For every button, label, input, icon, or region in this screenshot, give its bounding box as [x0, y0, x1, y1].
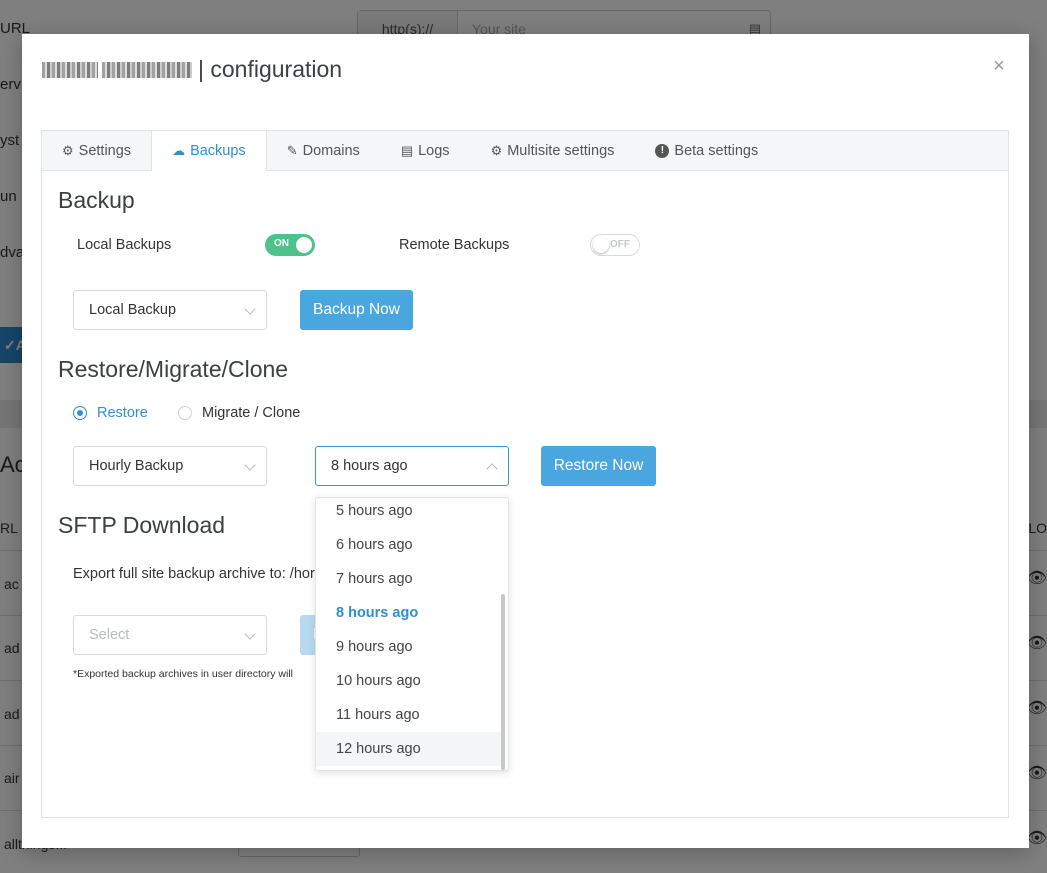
dropdown-option-selected[interactable]: 8 hours ago [316, 596, 502, 630]
tab-logs[interactable]: ▤ Logs [381, 131, 471, 170]
tab-multisite-settings[interactable]: ⚙ Multisite settings [471, 131, 636, 170]
migrate-clone-radio[interactable] [178, 406, 192, 420]
toggle-knob [296, 237, 312, 253]
remote-backups-toggle[interactable]: OFF [590, 234, 640, 256]
chevron-down-icon [244, 628, 256, 640]
dropdown-scrollbar[interactable] [501, 594, 505, 770]
dropdown-option[interactable]: 6 hours ago [316, 528, 502, 562]
modal-title: | configuration [42, 56, 342, 83]
local-backups-toggle[interactable]: ON [265, 234, 315, 256]
tab-label: Settings [78, 142, 132, 159]
dropdown-option[interactable]: 5 hours ago [316, 498, 502, 528]
file-icon: ▤ [400, 142, 414, 158]
toggle-state-label: ON [274, 238, 289, 249]
sftp-section-title: SFTP Download [58, 512, 226, 538]
modal-title-text: | configuration [198, 56, 343, 82]
tab-label: Logs [418, 142, 450, 159]
close-icon[interactable]: × [989, 55, 1009, 77]
exclamation-circle-icon: ! [655, 143, 670, 158]
backup-frequency-select[interactable]: Hourly Backup [73, 446, 267, 486]
tab-label: Backups [190, 143, 246, 159]
restore-now-button[interactable]: Restore Now [541, 446, 656, 486]
backup-section-title: Backup [58, 187, 135, 213]
sftp-destination-select[interactable]: Select [73, 615, 267, 655]
chevron-down-icon [244, 303, 256, 315]
sftp-export-text: Export full site backup archive to: /hor [73, 566, 315, 582]
edit-icon: ✎ [286, 142, 298, 158]
toggle-knob [593, 237, 609, 253]
chevron-down-icon [244, 459, 256, 471]
backup-time-dropdown[interactable]: 5 hours ago 6 hours ago 7 hours ago 8 ho… [315, 497, 509, 771]
toggle-state-label: OFF [610, 239, 630, 250]
redacted-site-name [42, 61, 98, 78]
dropdown-option[interactable]: 7 hours ago [316, 562, 502, 596]
backup-frequency-value: Hourly Backup [89, 458, 184, 474]
backup-time-select[interactable]: 8 hours ago [315, 446, 509, 486]
dropdown-option[interactable]: 9 hours ago [316, 630, 502, 664]
restore-radio[interactable] [73, 406, 87, 420]
tab-settings[interactable]: ⚙ Settings [42, 131, 153, 170]
config-panel: ⚙ Settings ☁ Backups ✎ Domains ▤ Logs ⚙ … [41, 130, 1009, 818]
backup-now-button[interactable]: Backup Now [300, 290, 413, 330]
cloud-upload-icon: ☁ [172, 143, 186, 158]
redacted-site-name [102, 61, 192, 78]
dropdown-option[interactable]: 11 hours ago [316, 698, 502, 732]
tab-domains[interactable]: ✎ Domains [267, 131, 381, 170]
dropdown-option-hovered[interactable]: 12 hours ago [316, 732, 502, 766]
tab-beta-settings[interactable]: ! Beta settings [635, 131, 779, 170]
remote-backups-label: Remote Backups [399, 237, 510, 253]
tab-bar: ⚙ Settings ☁ Backups ✎ Domains ▤ Logs ⚙ … [42, 131, 1008, 171]
tab-label: Domains [302, 142, 360, 159]
tab-backups[interactable]: ☁ Backups [152, 131, 267, 171]
backup-time-value: 8 hours ago [331, 458, 408, 474]
tab-label: Beta settings [674, 142, 759, 159]
dropdown-option[interactable]: 10 hours ago [316, 664, 502, 698]
tab-label: Multisite settings [507, 142, 615, 159]
restore-section-title: Restore/Migrate/Clone [58, 356, 289, 382]
sftp-select-placeholder: Select [89, 627, 130, 643]
backup-type-value: Local Backup [89, 302, 177, 318]
sftp-note: *Exported backup archives in user direct… [73, 668, 294, 680]
chevron-up-icon [486, 463, 498, 475]
backup-type-select[interactable]: Local Backup [73, 290, 267, 330]
gear-icon: ⚙ [62, 142, 74, 158]
configuration-modal: | configuration × ⚙ Settings ☁ Backups ✎… [22, 34, 1029, 848]
restore-radio-label[interactable]: Restore [97, 405, 148, 421]
local-backups-label: Local Backups [77, 237, 172, 253]
migrate-clone-radio-label[interactable]: Migrate / Clone [202, 405, 300, 421]
gear-icon: ⚙ [490, 142, 503, 158]
